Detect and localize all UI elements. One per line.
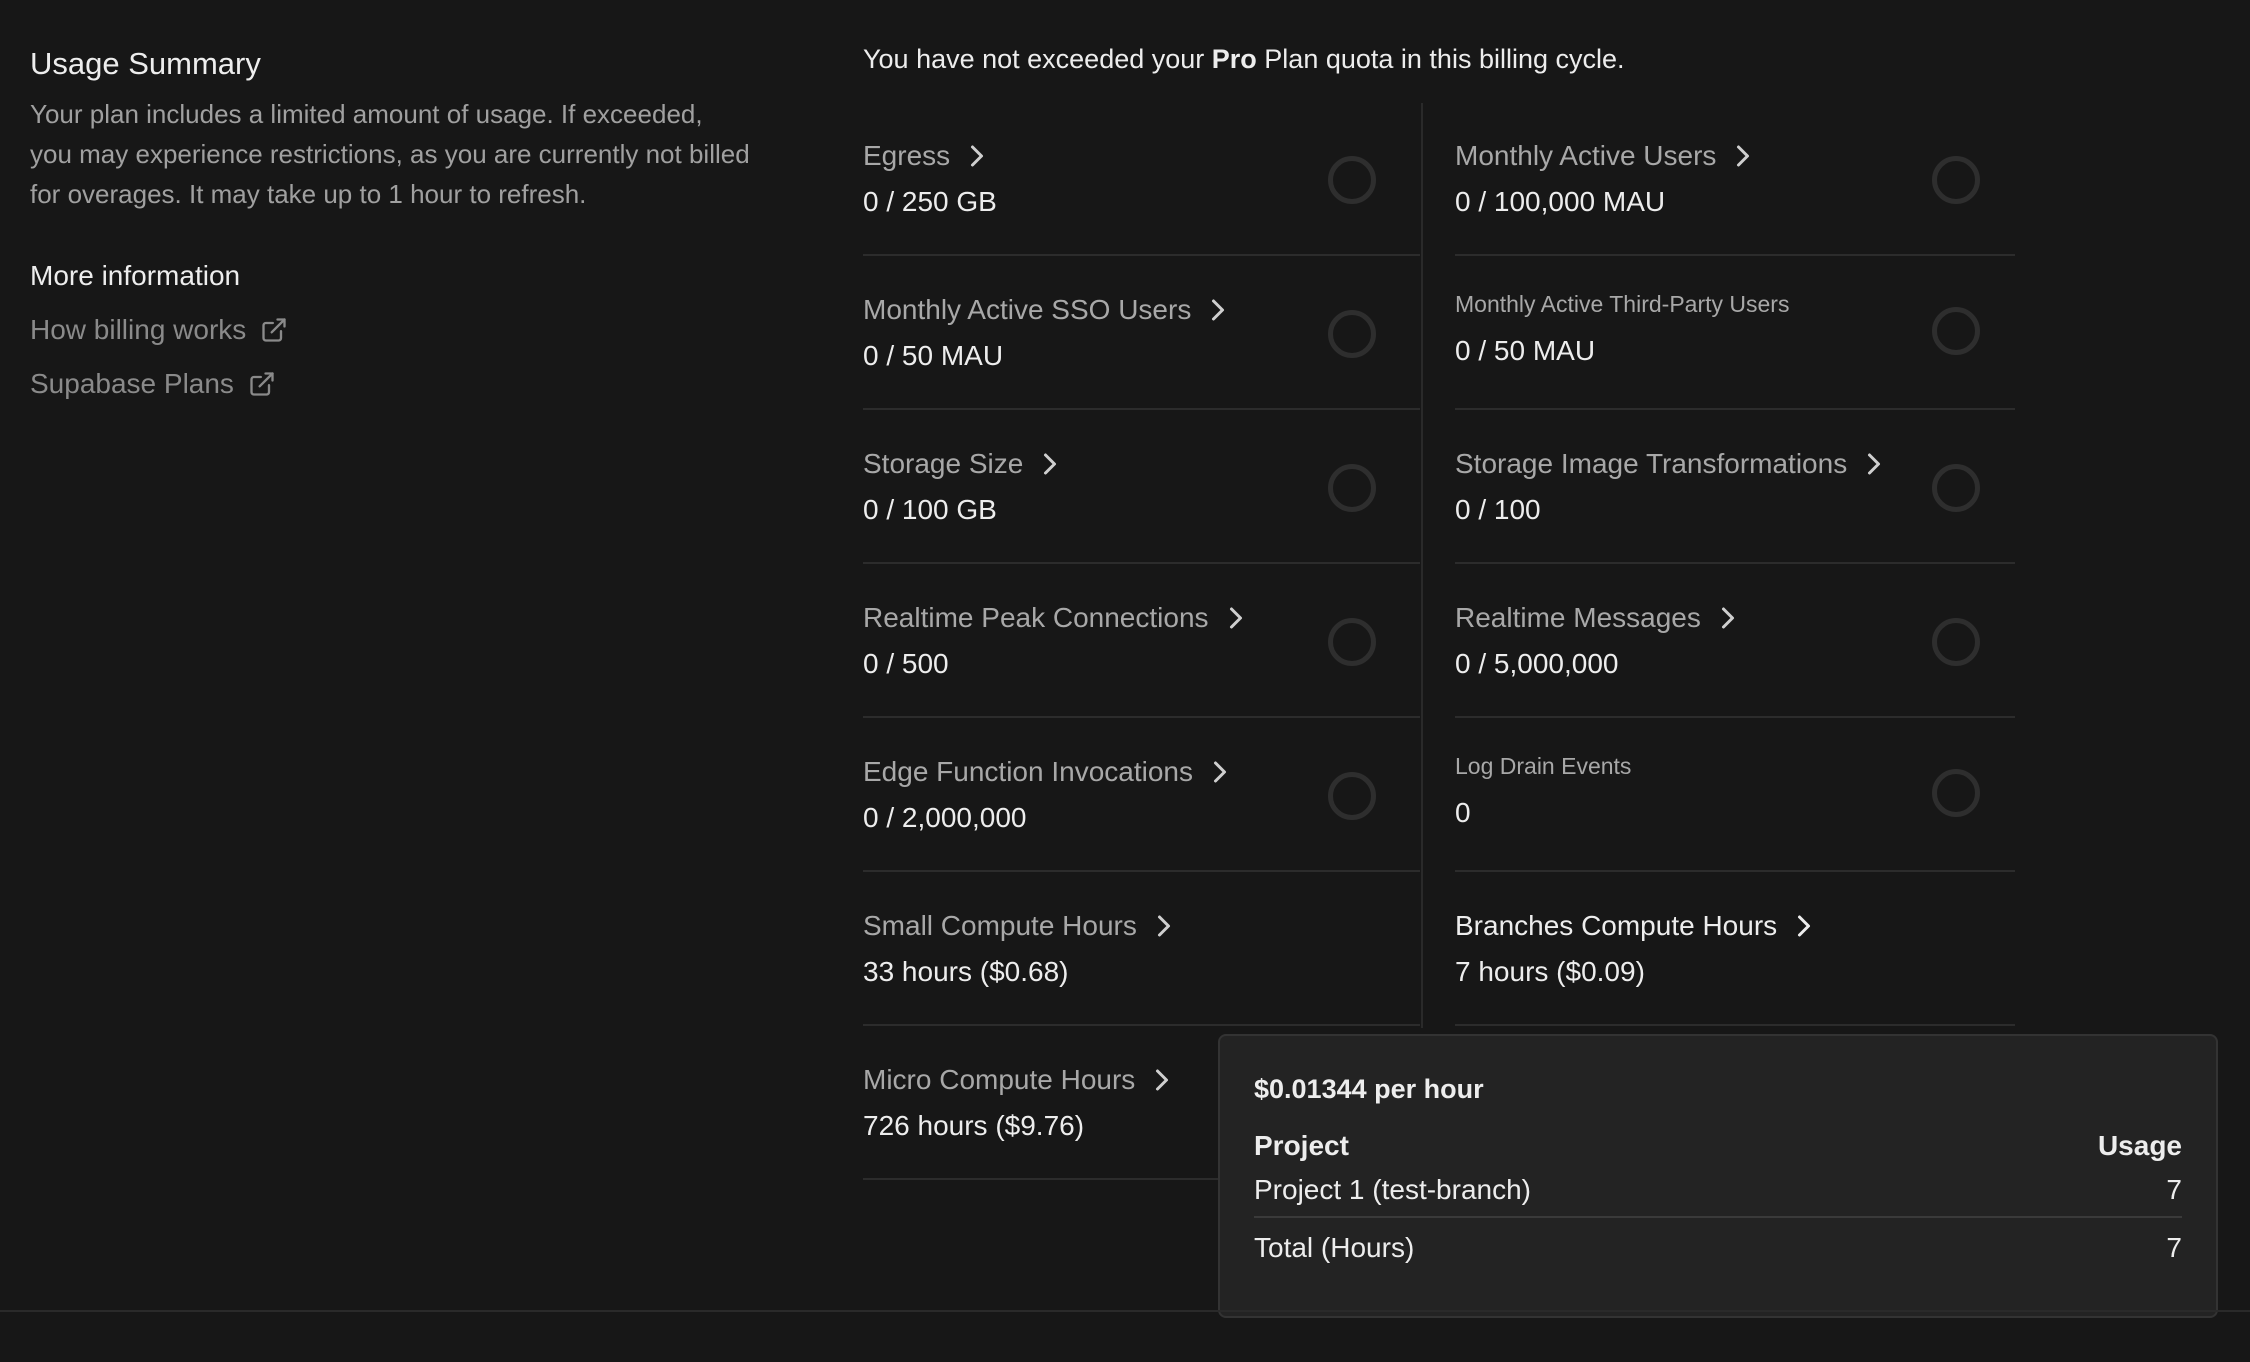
tooltip-project-row: Project 1 (test-branch) 7 <box>1254 1174 2182 1218</box>
usage-progress-ring <box>1328 618 1376 666</box>
metric-value: 0 / 100,000 MAU <box>1455 186 1666 217</box>
chevron-right-icon <box>1868 453 1881 475</box>
chevron-right-icon <box>971 145 984 167</box>
metric-label-text: Realtime Peak Connections <box>863 602 1209 633</box>
usage-metric-card[interactable]: Branches Compute Hours 7 hours ($0.09) <box>1455 873 2015 1026</box>
metric-label-text: Storage Size <box>863 448 1024 479</box>
metric-label-text: Micro Compute Hours <box>863 1064 1136 1095</box>
usage-metric-card[interactable]: Egress 0 / 250 GB <box>863 103 1420 256</box>
chevron-right-icon <box>1157 915 1170 937</box>
metric-label-text: Log Drain Events <box>1455 753 1632 779</box>
metric-label[interactable]: Storage Size <box>863 448 1059 480</box>
external-link-icon <box>250 372 274 396</box>
usage-metric-card[interactable]: Realtime Messages 0 / 5,000,000 <box>1455 565 2015 718</box>
notice-prefix: You have not exceeded your <box>863 44 1212 74</box>
metric-label-text: Monthly Active SSO Users <box>863 294 1192 325</box>
metric-label-text: Monthly Active Users <box>1455 140 1717 171</box>
chevron-right-icon <box>1229 607 1242 629</box>
metric-label[interactable]: Monthly Active SSO Users <box>863 294 1227 326</box>
metric-label-text: Small Compute Hours <box>863 910 1137 941</box>
more-information-heading: More information <box>30 260 241 291</box>
usage-progress-ring <box>1328 464 1376 512</box>
tooltip-total-row: Total (Hours) 7 <box>1254 1232 2182 1264</box>
notice-suffix: Plan quota in this billing cycle. <box>1256 44 1625 74</box>
usage-metric-card[interactable]: Storage Size 0 / 100 GB <box>863 411 1420 564</box>
tooltip-total-value: 7 <box>2166 1232 2182 1263</box>
usage-progress-ring <box>1932 156 1980 204</box>
quota-notice: You have not exceeded your Pro Plan quot… <box>863 44 1625 75</box>
metric-value: 726 hours ($9.76) <box>863 1110 1085 1141</box>
metric-label: Monthly Active Third-Party Users <box>1455 291 1789 318</box>
tooltip-project-usage: 7 <box>2166 1174 2182 1205</box>
metric-label[interactable]: Edge Function Invocations <box>863 756 1229 788</box>
chevron-right-icon <box>1721 607 1734 629</box>
chevron-right-icon <box>1213 761 1226 783</box>
how-billing-works-label: How billing works <box>30 314 247 345</box>
metric-label-text: Branches Compute Hours <box>1455 910 1778 941</box>
usage-progress-ring <box>1932 618 1980 666</box>
metric-label[interactable]: Egress <box>863 140 986 172</box>
supabase-plans-label: Supabase Plans <box>30 368 234 399</box>
notice-plan: Pro <box>1211 44 1257 74</box>
footer-divider <box>0 1310 2250 1312</box>
usage-metric-card[interactable]: Storage Image Transformations 0 / 100 <box>1455 411 2015 564</box>
metric-value: 0 / 5,000,000 <box>1455 648 1619 679</box>
chevron-right-icon <box>1044 453 1057 475</box>
metric-label-text: Edge Function Invocations <box>863 756 1193 787</box>
how-billing-works-link[interactable]: How billing works <box>30 314 750 346</box>
usage-metric-card[interactable]: Edge Function Invocations 0 / 2,000,000 <box>863 719 1420 872</box>
metric-label-text: Egress <box>863 140 951 171</box>
metric-value: 0 / 100 <box>1455 494 1541 525</box>
metric-label-text: Storage Image Transformations <box>1455 448 1848 479</box>
usage-metric-card[interactable]: Small Compute Hours 33 hours ($0.68) <box>863 873 1420 1026</box>
usage-progress-ring <box>1932 464 1980 512</box>
metric-label[interactable]: Storage Image Transformations <box>1455 448 1883 480</box>
tooltip-total-label: Total (Hours) <box>1254 1232 1415 1263</box>
usage-metric-card[interactable]: Realtime Peak Connections 0 / 500 <box>863 565 1420 718</box>
tooltip-project-name: Project 1 (test-branch) <box>1254 1174 1531 1205</box>
metric-value: 0 / 250 GB <box>863 186 997 217</box>
chevron-right-icon <box>1737 145 1750 167</box>
usage-metric-card[interactable]: Monthly Active Users 0 / 100,000 MAU <box>1455 103 2015 256</box>
metric-value: 0 / 50 MAU <box>863 340 1004 371</box>
tooltip-rate: $0.01344 per hour <box>1254 1074 1484 1104</box>
metric-value: 0 <box>1455 797 1471 828</box>
chevron-right-icon <box>1156 1069 1169 1091</box>
chevron-right-icon <box>1212 299 1225 321</box>
metric-value: 0 / 100 GB <box>863 494 997 525</box>
usage-summary-title: Usage Summary <box>30 46 261 81</box>
external-link-icon <box>262 318 286 342</box>
compute-hours-tooltip: $0.01344 per hour Project Usage Project … <box>1218 1034 2218 1318</box>
usage-summary-panel: Usage Summary Your plan includes a limit… <box>30 40 750 400</box>
usage-progress-ring <box>1328 310 1376 358</box>
chevron-right-icon <box>1798 915 1811 937</box>
metric-value: 7 hours ($0.09) <box>1455 956 1645 987</box>
tooltip-col-project: Project <box>1254 1130 1349 1161</box>
metric-label-text: Realtime Messages <box>1455 602 1701 633</box>
usage-summary-description: Your plan includes a limited amount of u… <box>30 99 750 209</box>
metric-label[interactable]: Small Compute Hours <box>863 910 1173 942</box>
usage-metric-card[interactable]: Monthly Active SSO Users 0 / 50 MAU <box>863 257 1420 410</box>
metric-label[interactable]: Branches Compute Hours <box>1455 910 1813 942</box>
tooltip-col-usage: Usage <box>2097 1130 2182 1161</box>
metric-value: 33 hours ($0.68) <box>863 956 1069 987</box>
metric-label[interactable]: Realtime Messages <box>1455 602 1737 634</box>
metric-value: 0 / 50 MAU <box>1455 335 1596 366</box>
tooltip-header-row: Project Usage <box>1254 1130 2182 1162</box>
metric-label-text: Monthly Active Third-Party Users <box>1455 291 1790 317</box>
usage-progress-ring <box>1932 307 1980 355</box>
column-divider <box>1421 103 1423 1028</box>
metric-label[interactable]: Micro Compute Hours <box>863 1064 1171 1096</box>
usage-metric-card: Monthly Active Third-Party Users 0 / 50 M… <box>1455 257 2015 410</box>
metric-label[interactable]: Realtime Peak Connections <box>863 602 1245 634</box>
supabase-plans-link[interactable]: Supabase Plans <box>30 368 750 400</box>
usage-progress-ring <box>1328 156 1376 204</box>
metric-label: Log Drain Events <box>1455 753 1631 780</box>
metric-label[interactable]: Monthly Active Users <box>1455 140 1752 172</box>
usage-metric-card: Log Drain Events 0 <box>1455 719 2015 872</box>
usage-progress-ring <box>1328 772 1376 820</box>
metric-value: 0 / 500 <box>863 648 949 679</box>
usage-progress-ring <box>1932 769 1980 817</box>
metric-value: 0 / 2,000,000 <box>863 802 1027 833</box>
